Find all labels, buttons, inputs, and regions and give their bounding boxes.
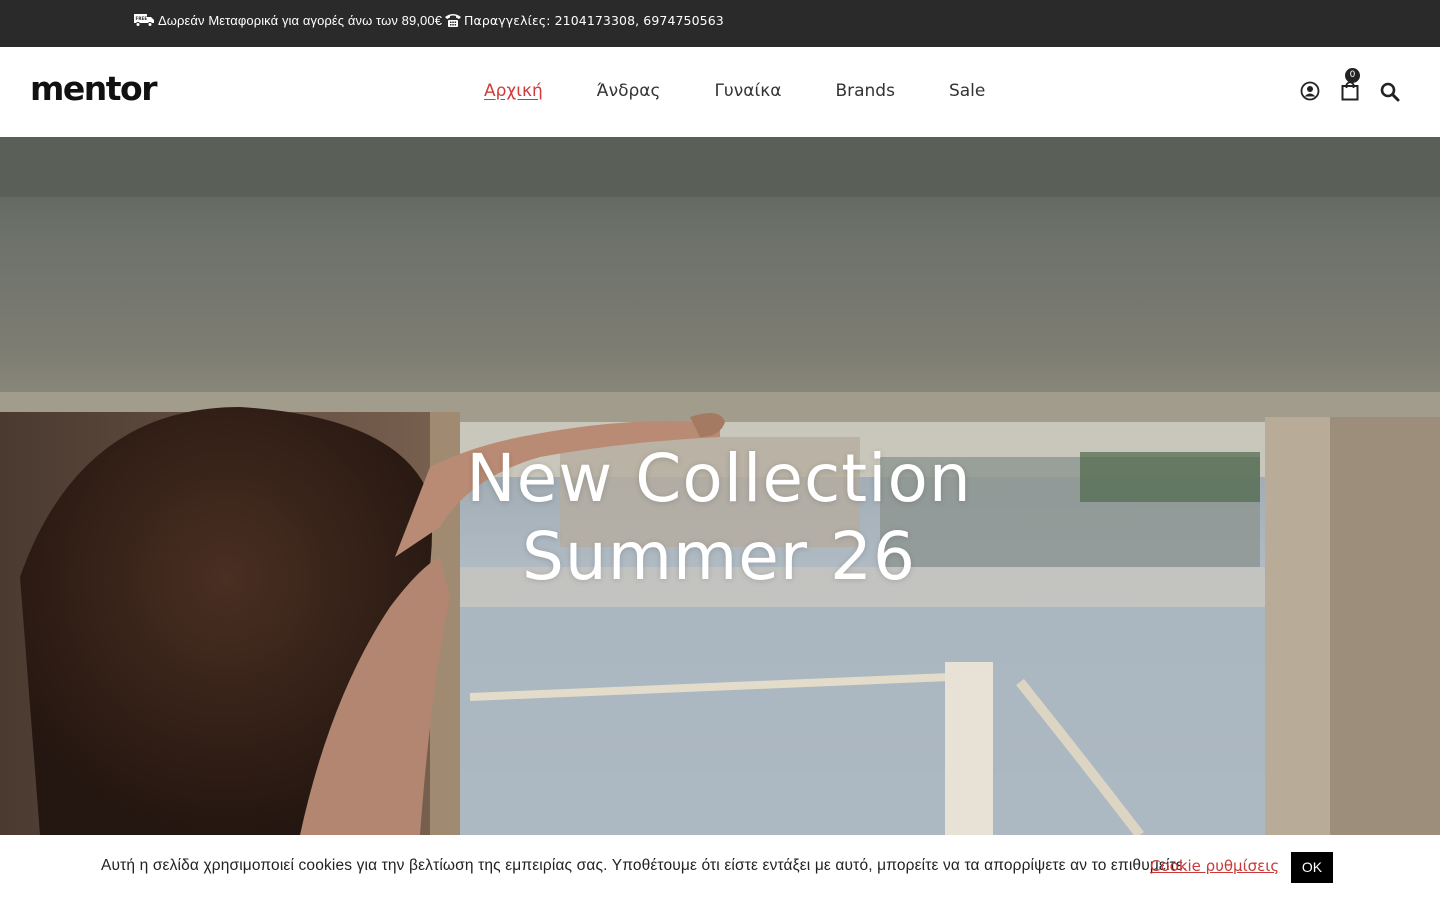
shopping-bag-icon[interactable] [1341, 80, 1359, 101]
hero-banner: New Collection Summer 26 [0, 137, 1440, 835]
top-announcement-bar: FREE Δωρεάν Μεταφορικά για αγορές άνω τω… [0, 0, 1440, 47]
cookie-consent-bar: Αυτή η σελίδα χρησιμοποιεί cookies για τ… [0, 835, 1440, 900]
cookie-settings-link[interactable]: Cookie ρυθμίσεις [1150, 857, 1279, 875]
hero-title-line-1: New Collection [466, 440, 972, 517]
orders-phone-text: Παραγγελίες: 2104173308, 6974750563 [464, 12, 724, 28]
nav-item-women[interactable]: Γυναίκα [714, 81, 781, 101]
svg-text:FREE: FREE [136, 16, 148, 21]
phone-icon [445, 14, 462, 27]
nav-item-home[interactable]: Αρχική [484, 81, 543, 101]
site-header: mentor Αρχική Άνδρας Γυναίκα Brands Sale… [0, 47, 1440, 137]
user-icon[interactable] [1300, 81, 1320, 101]
nav-item-sale[interactable]: Sale [949, 81, 985, 101]
nav-item-men[interactable]: Άνδρας [597, 81, 661, 101]
cookie-message: Αυτή η σελίδα χρησιμοποιεί cookies για τ… [101, 857, 1188, 874]
main-navigation: Αρχική Άνδρας Γυναίκα Brands Sale [484, 81, 1039, 101]
search-icon[interactable] [1380, 82, 1400, 102]
cookie-accept-button[interactable]: OK [1291, 852, 1333, 883]
free-shipping-truck-icon: FREE [134, 14, 154, 27]
nav-item-brands[interactable]: Brands [835, 81, 895, 101]
site-logo[interactable]: mentor [30, 72, 157, 105]
hero-title-line-2: Summer 26 [521, 518, 916, 595]
hero-title: New Collection Summer 26 [0, 440, 1440, 596]
announcement-content: FREE Δωρεάν Μεταφορικά για αγορές άνω τω… [134, 12, 724, 28]
cart-count-badge: 0 [1345, 68, 1360, 83]
free-shipping-text: Δωρεάν Μεταφορικά για αγορές άνω των 89,… [158, 12, 443, 28]
